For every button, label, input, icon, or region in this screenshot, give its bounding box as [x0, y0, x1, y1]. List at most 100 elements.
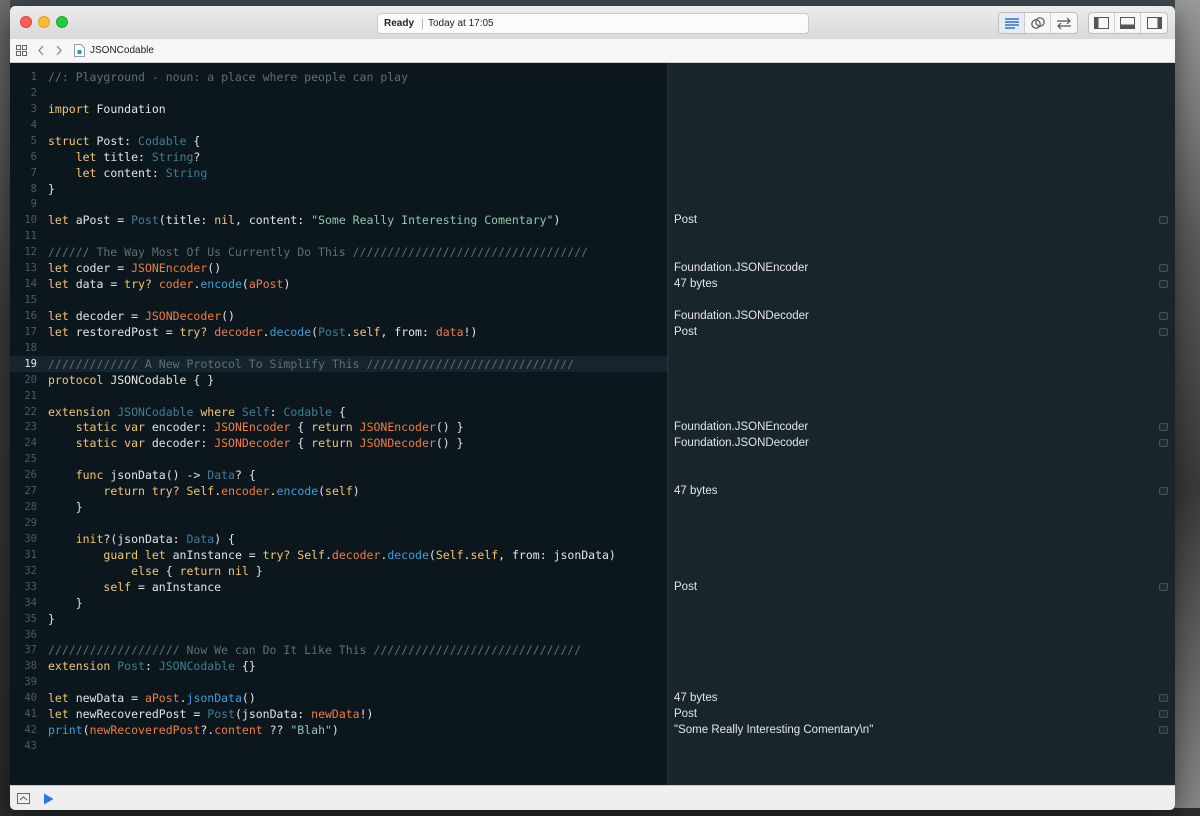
code-token: ( — [82, 723, 90, 738]
toggle-navigator-button[interactable] — [1089, 13, 1115, 33]
code-line[interactable]: 33 self = anInstance — [10, 579, 667, 595]
editor-mode-group — [998, 12, 1078, 34]
code-line[interactable]: 14 let data = try? coder.encode(aPost) — [10, 276, 667, 292]
version-editor-button[interactable] — [1051, 13, 1077, 33]
code-line[interactable]: 27 return try? Self.encoder.encode(self) — [10, 483, 667, 499]
line-number: 29 — [24, 517, 37, 530]
code-line[interactable]: 19 ///////////// A New Protocol To Simpli… — [10, 355, 667, 372]
code-line[interactable]: 4 — [10, 117, 667, 133]
code-token: : — [269, 404, 284, 419]
toggle-inspector-button[interactable] — [1141, 13, 1167, 33]
code-token: JSONCodable { } — [103, 372, 215, 387]
code-line[interactable]: 1 //: Playground - noun: a place where pe… — [10, 69, 667, 85]
standard-editor-icon — [1004, 17, 1019, 29]
show-result-icon[interactable] — [1159, 311, 1168, 320]
code-line[interactable]: 25 — [10, 451, 667, 467]
code-line[interactable]: 3 import Foundation — [10, 101, 667, 117]
code-line[interactable]: 8} — [10, 181, 667, 197]
code-line[interactable]: 5 struct Post: Codable { — [10, 133, 667, 149]
show-result-icon[interactable] — [1159, 423, 1168, 432]
code-line[interactable]: 24 static var decoder: JSONDecoder { ret… — [10, 435, 667, 451]
code-line[interactable]: 9 — [10, 196, 667, 212]
related-items-button[interactable] — [16, 39, 27, 62]
code-line[interactable]: 2 — [10, 85, 667, 101]
code-line[interactable]: 42 print(newRecoveredPost?.content ?? "Bl… — [10, 722, 667, 738]
code-token: Self — [186, 484, 215, 499]
minimize-window-button[interactable] — [38, 16, 50, 28]
code-line[interactable]: 10 let aPost = Post(title: nil, content: … — [10, 212, 667, 228]
code-line[interactable]: 37 /////////////////// Now We can Do It L… — [10, 642, 667, 658]
code-line[interactable]: 39 — [10, 674, 667, 690]
code-token: ?(jsonData: — [103, 531, 187, 546]
back-button[interactable] — [37, 39, 45, 62]
code-line[interactable]: 28 } — [10, 499, 667, 515]
run-playground-button[interactable] — [43, 786, 54, 810]
code-token: restoredPost = — [68, 324, 180, 339]
standard-editor-button[interactable] — [999, 13, 1025, 33]
show-result-icon[interactable] — [1159, 487, 1168, 496]
code-token: let — [48, 308, 69, 323]
code-token: Foundation — [89, 101, 166, 116]
code-line[interactable]: 34 } — [10, 595, 667, 611]
show-result-icon[interactable] — [1159, 710, 1168, 719]
breadcrumb-file-name[interactable]: JSONCodable — [90, 39, 154, 62]
zoom-window-button[interactable] — [56, 16, 68, 28]
show-result-icon[interactable] — [1159, 439, 1168, 448]
code-text: extension Post: JSONCodable {} — [48, 658, 256, 674]
code-line[interactable]: 43 — [10, 738, 667, 754]
line-number: 18 — [24, 341, 37, 354]
line-number: 1 — [30, 71, 37, 83]
code-token: data — [435, 324, 464, 339]
code-line[interactable]: 21 — [10, 388, 667, 404]
code-token: newRecoveredPost = — [68, 707, 208, 722]
forward-button[interactable] — [55, 39, 63, 62]
code-line[interactable]: 36 — [10, 627, 667, 643]
line-number: 11 — [24, 230, 37, 243]
code-line[interactable]: 35} — [10, 611, 667, 627]
toggle-debug-area-button[interactable] — [1115, 13, 1141, 33]
code-line[interactable]: 15 — [10, 292, 667, 308]
code-text: ////// The Way Most Of Us Currently Do T… — [48, 244, 588, 260]
code-line[interactable]: 40 let newData = aPost.jsonData() — [10, 690, 667, 706]
show-result-icon[interactable] — [1159, 694, 1168, 703]
code-line[interactable]: 17 let restoredPost = try? decoder.decode… — [10, 324, 667, 340]
code-line[interactable]: 22 extension JSONCodable where Self: Coda… — [10, 404, 667, 420]
code-line[interactable]: 20 protocol JSONCodable { } — [10, 372, 667, 388]
code-line[interactable]: 12 ////// The Way Most Of Us Currently Do… — [10, 244, 667, 260]
hide-debug-area-button[interactable] — [17, 786, 30, 810]
code-line[interactable]: 30 init?(jsonData: Data) { — [10, 531, 667, 547]
code-token: Self — [297, 547, 325, 562]
show-result-icon[interactable] — [1159, 327, 1168, 336]
code-token: try? — [124, 277, 152, 292]
show-result-icon[interactable] — [1159, 582, 1168, 591]
code-line[interactable]: 16 let decoder = JSONDecoder() — [10, 308, 667, 324]
code-line[interactable]: 26 func jsonData() -> Data? { — [10, 467, 667, 483]
code-text: } — [48, 181, 55, 197]
code-line[interactable]: 13 let coder = JSONEncoder() — [10, 260, 667, 276]
show-result-icon[interactable] — [1159, 264, 1168, 273]
code-line[interactable]: 7 let content: String — [10, 165, 667, 181]
code-line[interactable]: 6 let title: String? — [10, 149, 667, 165]
show-result-icon[interactable] — [1159, 726, 1168, 735]
show-result-icon[interactable] — [1159, 216, 1168, 225]
code-token: ? { — [234, 468, 256, 483]
code-token: Codable — [138, 133, 187, 148]
code-token: aPost — [144, 691, 180, 706]
code-token: let — [75, 165, 97, 180]
code-line[interactable]: 29 — [10, 515, 667, 531]
source-editor[interactable]: 1 //: Playground - noun: a place where pe… — [10, 63, 667, 785]
code-line[interactable]: 38 extension Post: JSONCodable {} — [10, 658, 667, 674]
code-line[interactable]: 41 let newRecoveredPost = Post(jsonData: … — [10, 706, 667, 722]
assistant-editor-button[interactable] — [1025, 13, 1051, 33]
code-line[interactable]: 18 — [10, 340, 667, 356]
code-line[interactable]: 31 guard let anInstance = try? Self.deco… — [10, 547, 667, 563]
code-token: () } — [435, 436, 464, 451]
code-line[interactable]: 11 — [10, 228, 667, 244]
code-line[interactable]: 23 static var encoder: JSONEncoder { ret… — [10, 419, 667, 435]
code-line[interactable]: 32 else { return nil } — [10, 563, 667, 579]
code-token: JSONCodable — [158, 659, 235, 674]
show-result-icon[interactable] — [1159, 280, 1168, 289]
close-window-button[interactable] — [20, 16, 32, 28]
line-number: 14 — [24, 278, 37, 291]
